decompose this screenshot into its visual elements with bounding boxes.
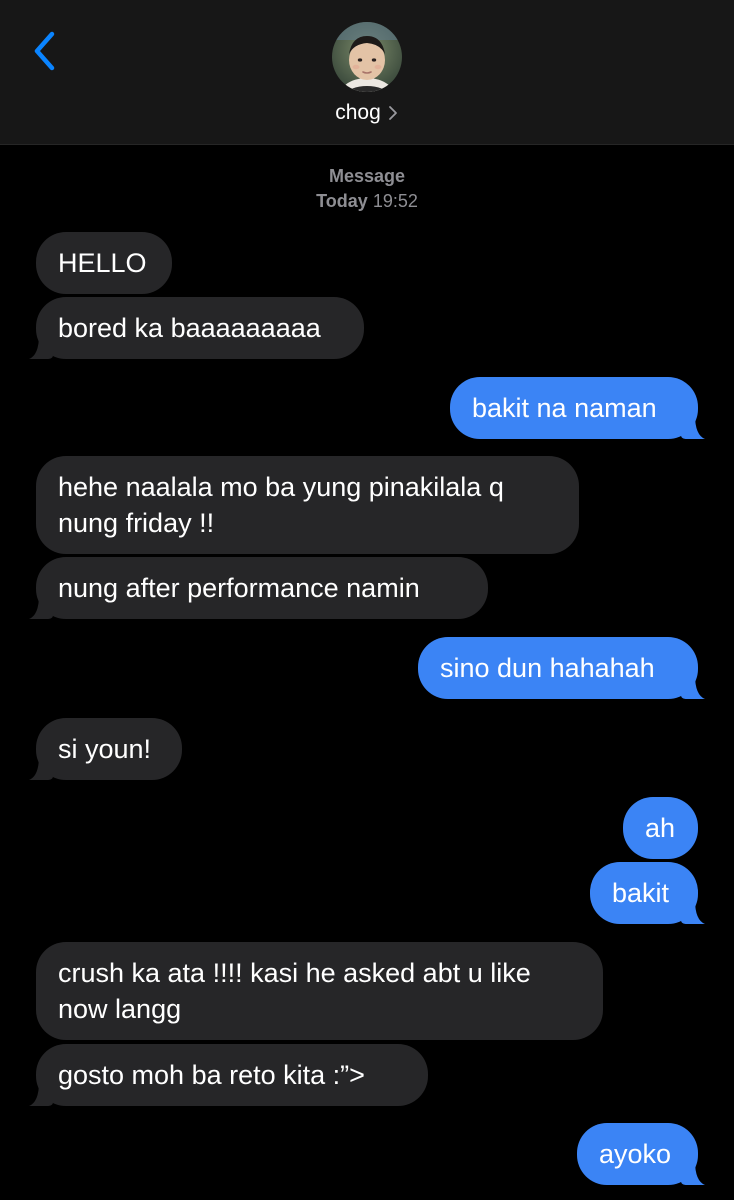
message-text: ayoko [599, 1139, 672, 1169]
message-bubble-outgoing[interactable]: bakit [590, 862, 705, 924]
message-bubble-incoming[interactable]: si youn! [29, 718, 182, 780]
message-bubble-incoming[interactable]: HELLO [36, 232, 172, 294]
message-bubble-outgoing[interactable]: sino dun hahahah [418, 637, 705, 699]
message-bubble-outgoing[interactable]: bakit na naman [450, 377, 705, 439]
message-text: HELLO [58, 248, 147, 278]
message-text: bored ka baaaaaaaaa [58, 313, 321, 343]
message-text: si youn! [58, 734, 152, 764]
message-text: hehe naalala mo ba yung pinakilala q nun… [58, 472, 504, 538]
message-text: nung after performance namin [58, 573, 420, 603]
bubble-tail [29, 1082, 53, 1106]
bubble-tail [29, 595, 53, 619]
bubble-tail [29, 335, 53, 359]
message-text: crush ka ata !!!! kasi he asked abt u li… [58, 958, 531, 1024]
message-bubble-outgoing[interactable]: ayoko [577, 1123, 705, 1185]
message-bubble-incoming[interactable]: nung after performance namin [29, 557, 488, 619]
message-bubble-outgoing[interactable]: ah [623, 797, 698, 859]
message-bubble-incoming[interactable]: bored ka baaaaaaaaa [29, 297, 364, 359]
message-bubble-incoming[interactable]: hehe naalala mo ba yung pinakilala q nun… [36, 456, 579, 554]
bubble-tail [681, 675, 705, 699]
message-text: gosto moh ba reto kita :”> [58, 1060, 365, 1090]
message-thread: HELLO bored ka baaaaaaaaa bakit na naman… [0, 0, 734, 1200]
bubble-tail [681, 415, 705, 439]
message-text: bakit na naman [472, 393, 657, 423]
message-bubble-incoming[interactable]: crush ka ata !!!! kasi he asked abt u li… [36, 942, 603, 1040]
message-text: bakit [612, 878, 670, 908]
message-text: ah [645, 813, 676, 843]
message-text: sino dun hahahah [440, 653, 655, 683]
bubble-tail [681, 1161, 705, 1185]
bubble-tail [29, 756, 53, 780]
message-bubble-incoming[interactable]: gosto moh ba reto kita :”> [29, 1044, 428, 1106]
bubble-tail [681, 900, 705, 924]
